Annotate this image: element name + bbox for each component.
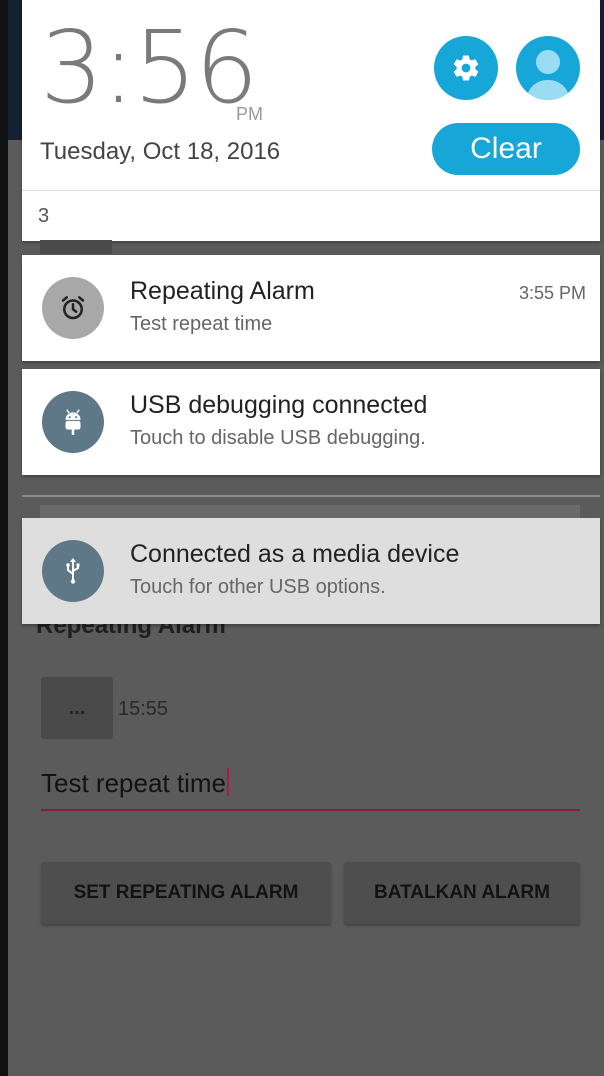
notification-text: Touch to disable USB debugging.: [130, 427, 426, 449]
background-app-element: [40, 240, 112, 254]
alarm-message-input[interactable]: Test repeat time: [41, 768, 581, 799]
notification-divider: [22, 495, 600, 497]
notification-time: 3:55 PM: [518, 283, 586, 303]
avatar-icon: [526, 50, 570, 100]
notification-title: USB debugging connected: [130, 391, 428, 419]
user-avatar-button[interactable]: [516, 36, 580, 100]
usb-icon-circle: [42, 540, 104, 602]
notification-title: Repeating Alarm: [130, 277, 315, 305]
usb-icon: [66, 558, 80, 584]
notification-usb-debugging[interactable]: USB debugging connected Touch to disable…: [22, 369, 600, 475]
background-app-element: [40, 505, 580, 519]
notification-text: Touch for other USB options.: [130, 576, 386, 598]
android-icon-circle: [42, 391, 104, 453]
input-underline: [41, 809, 580, 811]
notification-shade-header: 3:56 PM Tuesday, Oct 18, 2016 Clear: [22, 0, 600, 190]
clear-all-button[interactable]: Clear: [432, 123, 580, 175]
overflow-count-label: 3: [38, 205, 50, 227]
alarm-clock-icon: [61, 296, 85, 320]
clock-time: 3:56: [40, 9, 259, 126]
notification-repeating-alarm[interactable]: Repeating Alarm Test repeat time 3:55 PM: [22, 255, 600, 361]
set-repeating-alarm-button[interactable]: SET REPEATING ALARM: [41, 862, 331, 924]
cancel-alarm-button[interactable]: BATALKAN ALARM: [344, 862, 580, 924]
android-icon: [65, 409, 81, 435]
notification-title: Connected as a media device: [130, 540, 460, 568]
alarm-message-text: Test repeat time: [41, 768, 226, 798]
time-picker-button[interactable]: ...: [41, 677, 113, 739]
notification-media-device[interactable]: Connected as a media device Touch for ot…: [22, 518, 600, 624]
gear-icon: [453, 55, 479, 81]
notification-overflow-count[interactable]: 3: [22, 190, 600, 241]
settings-button[interactable]: [434, 36, 498, 100]
alarm-icon-circle: [42, 277, 104, 339]
clock-date: Tuesday, Oct 18, 2016: [40, 138, 281, 165]
text-cursor: [226, 768, 229, 796]
clock-ampm: PM: [236, 104, 263, 124]
selected-time: 15:55: [118, 698, 169, 720]
notification-text: Test repeat time: [130, 313, 273, 335]
